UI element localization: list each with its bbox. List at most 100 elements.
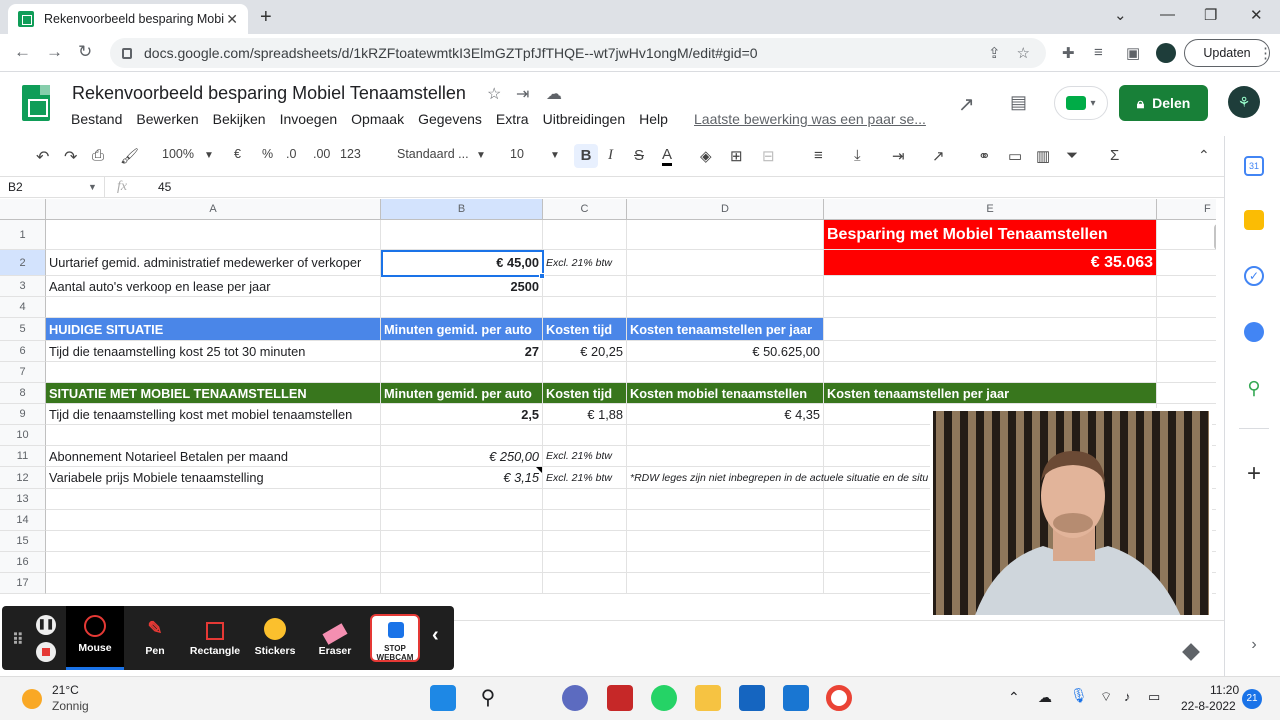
fill-color-icon[interactable]: ◈ <box>700 147 712 165</box>
zoom-select[interactable]: 100% <box>162 147 194 161</box>
browser-menu-icon[interactable]: ⋮ <box>1258 44 1273 62</box>
collapse-toolbar-icon[interactable]: ⌃ <box>1198 147 1210 164</box>
cell-a1[interactable] <box>46 220 381 250</box>
insert-chart-icon[interactable]: ▥ <box>1036 147 1050 165</box>
strikethrough-icon[interactable]: S <box>634 147 644 164</box>
row-header[interactable]: 1 <box>0 220 46 250</box>
cell-f3[interactable] <box>1157 276 1216 297</box>
row-header[interactable]: 7 <box>0 362 46 383</box>
restore-icon[interactable]: ❐ <box>1204 6 1217 24</box>
tool-stickers[interactable]: Stickers <box>246 606 304 670</box>
cell-c1[interactable] <box>543 220 627 250</box>
cell-c9[interactable]: € 1,88 <box>543 404 627 425</box>
clock-time[interactable]: 11:20 <box>1210 683 1239 697</box>
cell-d9[interactable]: € 4,35 <box>627 404 824 425</box>
cell-a11[interactable]: Abonnement Notarieel Betalen per maand <box>46 446 381 467</box>
new-tab-icon[interactable]: + <box>260 6 272 29</box>
row-header[interactable]: 8 <box>0 383 46 404</box>
cell-b4[interactable] <box>381 297 543 318</box>
back-icon[interactable]: ← <box>14 42 31 62</box>
account-avatar[interactable]: ⚘ <box>1228 86 1260 118</box>
name-box[interactable]: B2 <box>8 180 23 194</box>
cell-e3[interactable] <box>824 276 1157 297</box>
share-page-icon[interactable]: ⇪ <box>988 44 1001 62</box>
cell-f1[interactable] <box>1157 220 1216 250</box>
column-header-b[interactable]: B <box>381 199 543 220</box>
cell-b14[interactable] <box>381 510 543 531</box>
insert-comment-icon[interactable]: ▭ <box>1008 147 1022 165</box>
stop-webcam-button[interactable]: STOP WEBCAM <box>370 614 420 662</box>
reload-icon[interactable]: ↻ <box>78 42 92 62</box>
cell-b13[interactable] <box>381 489 543 510</box>
row-header[interactable]: 15 <box>0 531 46 552</box>
cell-a7[interactable] <box>46 362 381 383</box>
cell-e2[interactable]: € 35.063 <box>824 250 1157 276</box>
move-folder-icon[interactable]: ⇥ <box>516 84 529 104</box>
forward-icon[interactable]: → <box>46 42 63 62</box>
undo-icon[interactable]: ↶ <box>36 147 49 167</box>
cell-c12[interactable]: Excl. 21% btw <box>543 467 627 489</box>
tray-overflow-icon[interactable]: ⌃ <box>1008 689 1020 706</box>
more-formats-button[interactable]: 123 <box>340 147 361 161</box>
cell-b17[interactable] <box>381 573 543 594</box>
percent-format-button[interactable]: % <box>262 147 273 161</box>
cell-d13[interactable] <box>627 489 824 510</box>
search-icon[interactable]: ⚲ <box>475 685 501 711</box>
align-vertical-icon[interactable]: ⤓ <box>854 147 861 164</box>
sidepanel-icon[interactable]: ▣ <box>1126 44 1140 62</box>
filter-icon[interactable]: ⏷ <box>1066 147 1078 164</box>
column-header-e[interactable]: E <box>824 199 1157 220</box>
cell-d12[interactable]: *RDW leges zijn niet inbegrepen in de ac… <box>627 467 928 489</box>
cell-b7[interactable] <box>381 362 543 383</box>
profile-avatar-icon[interactable] <box>1156 43 1176 63</box>
menu-item[interactable]: Extra <box>496 111 529 127</box>
expand-panel-icon[interactable]: › <box>1244 636 1264 656</box>
whatsapp-icon[interactable] <box>651 685 677 711</box>
file-explorer-icon[interactable] <box>695 685 721 711</box>
cell-b12[interactable]: € 3,15 <box>381 467 543 489</box>
cell-c5[interactable]: Kosten tijd <box>543 318 627 341</box>
cell-b16[interactable] <box>381 552 543 573</box>
add-addon-icon[interactable]: + <box>1244 462 1264 486</box>
cell-a10[interactable] <box>46 425 381 446</box>
cell-b15[interactable] <box>381 531 543 552</box>
cell-a15[interactable] <box>46 531 381 552</box>
fill-handle[interactable] <box>539 273 545 279</box>
keep-icon[interactable] <box>1244 210 1264 230</box>
align-horizontal-icon[interactable]: ≡ <box>814 147 823 164</box>
cell-a2[interactable]: Uurtarief gemid. administratief medewerk… <box>46 250 381 276</box>
column-header-f[interactable]: F <box>1157 199 1216 220</box>
wifi-icon[interactable]: ⌔ <box>1100 689 1112 705</box>
cell-c4[interactable] <box>543 297 627 318</box>
cell-d8[interactable]: Kosten mobiel tenaamstellen <box>627 383 824 404</box>
store-icon[interactable] <box>739 685 765 711</box>
column-header-c[interactable]: C <box>543 199 627 220</box>
cell-b8[interactable]: Minuten gemid. per auto <box>381 383 543 404</box>
menu-item[interactable]: Help <box>639 111 668 127</box>
onedrive-icon[interactable]: ☁ <box>1038 689 1052 706</box>
cell-f6[interactable] <box>1157 341 1216 362</box>
text-wrap-icon[interactable]: ⇥ <box>892 147 905 165</box>
tasks-icon[interactable]: ✓ <box>1244 266 1264 286</box>
star-icon[interactable]: ☆ <box>487 84 501 104</box>
cell-d17[interactable] <box>627 573 824 594</box>
cell-d14[interactable] <box>627 510 824 531</box>
currency-format-button[interactable]: € <box>234 147 241 161</box>
stop-recording-button[interactable] <box>36 642 56 662</box>
cell-d3[interactable] <box>627 276 824 297</box>
italic-icon[interactable]: I <box>608 147 613 164</box>
cell-b10[interactable] <box>381 425 543 446</box>
cell-e6[interactable] <box>824 341 1157 362</box>
url-bar[interactable]: docs.google.com/spreadsheets/d/1kRZFtoat… <box>110 38 1046 68</box>
cell-d10[interactable] <box>627 425 824 446</box>
cell-c2[interactable]: Excl. 21% btw <box>543 250 627 276</box>
paint-format-icon[interactable]: 🖌︎ <box>120 147 139 165</box>
cell-f5[interactable] <box>1157 318 1216 341</box>
cell-b1[interactable] <box>381 220 543 250</box>
cell-b6[interactable]: 27 <box>381 341 543 362</box>
row-header[interactable]: 14 <box>0 510 46 531</box>
start-windows-icon[interactable] <box>430 685 456 711</box>
cell-d1[interactable] <box>627 220 824 250</box>
row-header[interactable]: 3 <box>0 276 46 297</box>
contacts-icon[interactable] <box>1244 322 1264 342</box>
